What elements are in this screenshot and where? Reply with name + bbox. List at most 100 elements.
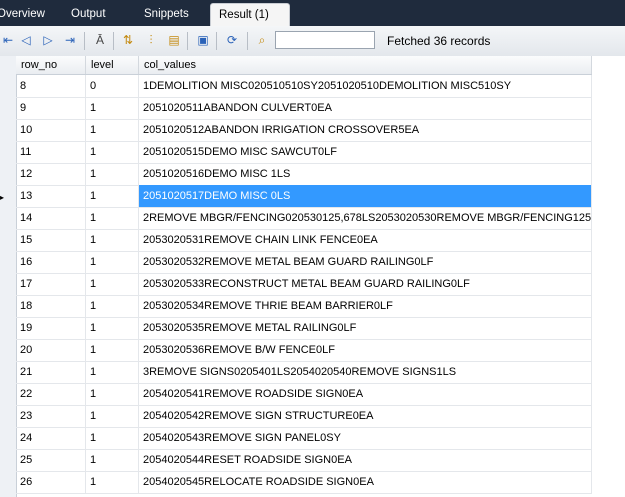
- cell-col-values[interactable]: 2051020517DEMO MISC 0LS: [139, 185, 592, 207]
- cell-col-values[interactable]: 2053020532REMOVE METAL BEAM GUARD RAILIN…: [139, 251, 592, 273]
- table-row[interactable]: 16 1 2053020532REMOVE METAL BEAM GUARD RAI…: [16, 251, 592, 274]
- cell-row-no[interactable]: 11: [16, 141, 86, 163]
- cell-level[interactable]: 1: [86, 405, 139, 427]
- cell-level[interactable]: 1: [86, 449, 139, 471]
- cell-col-values[interactable]: 2051020516DEMO MISC 1LS: [139, 163, 592, 185]
- cell-row-no[interactable]: 19: [16, 317, 86, 339]
- cell-col-values[interactable]: 2REMOVE MBGR/FENCING020530125,678LS20530…: [139, 207, 592, 229]
- table-row[interactable]: 15 1 2053020531REMOVE CHAIN LINK FENCE0EA: [16, 229, 592, 252]
- refresh-icon[interactable]: ⟳: [224, 32, 240, 48]
- cell-row-no[interactable]: 23: [16, 405, 86, 427]
- cell-row-no[interactable]: 12: [16, 163, 86, 185]
- cell-row-no[interactable]: 16: [16, 251, 86, 273]
- cell-row-no[interactable]: 21: [16, 361, 86, 383]
- table-row[interactable]: 23 1 2054020542REMOVE SIGN STRUCTURE0EA: [16, 405, 592, 428]
- table-row[interactable]: 8 0 1DEMOLITION MISC020510510SY2051020510D…: [16, 75, 592, 98]
- cell-row-no[interactable]: 25: [16, 449, 86, 471]
- cell-col-values[interactable]: 2053020533RECONSTRUCT METAL BEAM GUARD R…: [139, 273, 592, 295]
- table-row[interactable]: 24 1 2054020543REMOVE SIGN PANEL0SY: [16, 427, 592, 450]
- tab-snippets[interactable]: Snippets: [144, 4, 189, 24]
- table-row[interactable]: 17 1 2053020533RECONSTRUCT METAL BEAM GUAR…: [16, 273, 592, 296]
- cell-col-values[interactable]: 2051020511ABANDON CULVERT0EA: [139, 97, 592, 119]
- grid-empty-area: [592, 56, 625, 497]
- tab-overview[interactable]: Overview: [0, 4, 45, 24]
- column-header-level[interactable]: level: [86, 56, 139, 74]
- sort-columns-icon[interactable]: ⇅: [120, 32, 136, 48]
- cell-col-values[interactable]: 2054020543REMOVE SIGN PANEL0SY: [139, 427, 592, 449]
- cell-row-no[interactable]: 14: [16, 207, 86, 229]
- cell-row-no[interactable]: 13: [16, 185, 86, 207]
- previous-record-icon[interactable]: ◁: [18, 32, 34, 48]
- tab-result[interactable]: Result (1)✕: [210, 3, 290, 44]
- cell-col-values[interactable]: 2054020545RELOCATE ROADSIDE SIGN0EA: [139, 471, 592, 493]
- table-row[interactable]: 20 1 2053020536REMOVE B/W FENCE0LF: [16, 339, 592, 362]
- cell-level[interactable]: 1: [86, 383, 139, 405]
- filter-icon[interactable]: ⫶: [143, 32, 159, 48]
- cell-level[interactable]: 1: [86, 339, 139, 361]
- text-format-icon[interactable]: Ā: [92, 32, 108, 48]
- next-record-icon[interactable]: ▷: [40, 32, 56, 48]
- toolbar-separator: [247, 32, 248, 50]
- table-row[interactable]: 18 1 2053020534REMOVE THRIE BEAM BARRIER0L…: [16, 295, 592, 318]
- cell-row-no[interactable]: 24: [16, 427, 86, 449]
- cell-level[interactable]: 1: [86, 141, 139, 163]
- cell-col-values[interactable]: 2051020512ABANDON IRRIGATION CROSSOVER5E…: [139, 119, 592, 141]
- table-row[interactable]: 22 1 2054020541REMOVE ROADSIDE SIGN0EA: [16, 383, 592, 406]
- cell-col-values[interactable]: 2053020531REMOVE CHAIN LINK FENCE0EA: [139, 229, 592, 251]
- table-row[interactable]: 12 1 2051020516DEMO MISC 1LS: [16, 163, 592, 186]
- cell-level[interactable]: 1: [86, 273, 139, 295]
- tab-output[interactable]: Output: [71, 4, 106, 24]
- cell-level[interactable]: 1: [86, 185, 139, 207]
- cell-row-no[interactable]: 20: [16, 339, 86, 361]
- toolbar-separator: [216, 32, 217, 50]
- column-header-row-no[interactable]: row_no: [16, 56, 86, 74]
- cell-level[interactable]: 1: [86, 251, 139, 273]
- cell-row-no[interactable]: 15: [16, 229, 86, 251]
- cell-level[interactable]: 1: [86, 163, 139, 185]
- cell-row-no[interactable]: 22: [16, 383, 86, 405]
- table-row[interactable]: 14 1 2REMOVE MBGR/FENCING020530125,678LS20…: [16, 207, 592, 230]
- table-row[interactable]: 19 1 2053020535REMOVE METAL RAILING0LF: [16, 317, 592, 340]
- cell-row-no[interactable]: 26: [16, 471, 86, 493]
- table-row[interactable]: 26 1 2054020545RELOCATE ROADSIDE SIGN0EA: [16, 471, 592, 494]
- cell-col-values[interactable]: 2053020536REMOVE B/W FENCE0LF: [139, 339, 592, 361]
- cell-col-values[interactable]: 2054020542REMOVE SIGN STRUCTURE0EA: [139, 405, 592, 427]
- cell-row-no[interactable]: 10: [16, 119, 86, 141]
- cell-col-values[interactable]: 2054020544RESET ROADSIDE SIGN0EA: [139, 449, 592, 471]
- last-record-icon[interactable]: ⇥: [62, 32, 78, 48]
- table-row[interactable]: 25 1 2054020544RESET ROADSIDE SIGN0EA: [16, 449, 592, 472]
- cell-level[interactable]: 1: [86, 229, 139, 251]
- cell-col-values[interactable]: 3REMOVE SIGNS0205401LS2054020540REMOVE S…: [139, 361, 592, 383]
- cell-col-values[interactable]: 2053020535REMOVE METAL RAILING0LF: [139, 317, 592, 339]
- cell-level[interactable]: 1: [86, 97, 139, 119]
- cell-level[interactable]: 1: [86, 119, 139, 141]
- table-row[interactable]: 9 1 2051020511ABANDON CULVERT0EA: [16, 97, 592, 120]
- cell-col-values[interactable]: 1DEMOLITION MISC020510510SY2051020510DEM…: [139, 75, 592, 97]
- cell-col-values[interactable]: 2053020534REMOVE THRIE BEAM BARRIER0LF: [139, 295, 592, 317]
- column-header-col-values[interactable]: col_values: [139, 56, 592, 74]
- find-icon[interactable]: ⌕: [254, 32, 270, 48]
- tab-result-label: Result (1): [219, 9, 269, 21]
- fetch-status: Fetched 36 records: [387, 34, 491, 48]
- table-row[interactable]: 13 1 2051020517DEMO MISC 0LS: [16, 185, 592, 208]
- cell-level[interactable]: 0: [86, 75, 139, 97]
- cell-level[interactable]: 1: [86, 317, 139, 339]
- table-row[interactable]: 11 1 2051020515DEMO MISC SAWCUT0LF: [16, 141, 592, 164]
- cell-level[interactable]: 1: [86, 361, 139, 383]
- cell-row-no[interactable]: 8: [16, 75, 86, 97]
- first-record-icon[interactable]: ⇤: [0, 32, 16, 48]
- search-input[interactable]: [275, 31, 375, 49]
- cell-level[interactable]: 1: [86, 295, 139, 317]
- cell-level[interactable]: 1: [86, 207, 139, 229]
- cell-row-no[interactable]: 9: [16, 97, 86, 119]
- cell-col-values[interactable]: 2051020515DEMO MISC SAWCUT0LF: [139, 141, 592, 163]
- table-row[interactable]: 21 1 3REMOVE SIGNS0205401LS2054020540REMOV…: [16, 361, 592, 384]
- export-icon[interactable]: ▣: [195, 32, 211, 48]
- cell-row-no[interactable]: 18: [16, 295, 86, 317]
- cell-col-values[interactable]: 2054020541REMOVE ROADSIDE SIGN0EA: [139, 383, 592, 405]
- table-row[interactable]: 10 1 2051020512ABANDON IRRIGATION CROSSOVE…: [16, 119, 592, 142]
- cell-level[interactable]: 1: [86, 471, 139, 493]
- cell-level[interactable]: 1: [86, 427, 139, 449]
- cell-row-no[interactable]: 17: [16, 273, 86, 295]
- column-icon[interactable]: ▤: [166, 32, 182, 48]
